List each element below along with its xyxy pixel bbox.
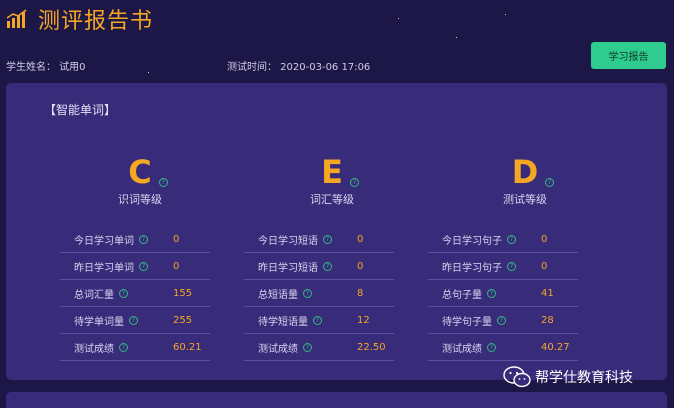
stat-value: 0 bbox=[173, 233, 180, 245]
sentence-stats: 今日学习句子? 0 昨日学习句子? 0 总句子量? 41 待学句子量? 28 测试成绩?… bbox=[428, 226, 578, 361]
help-icon[interactable]: ? bbox=[323, 261, 332, 271]
word-stats: 今日学习单词? 0 昨日学习单词? 0 总词汇量? 155 待学单词量? 255 测试成… bbox=[60, 226, 210, 361]
grade-letter: E? bbox=[321, 155, 359, 189]
stat-label: 今日学习短语 bbox=[258, 235, 318, 247]
stat-label: 测试成绩 bbox=[258, 343, 298, 355]
grade-label: 词汇等级 bbox=[310, 193, 354, 206]
stat-value: 0 bbox=[541, 233, 548, 245]
stat-label: 待学短语量 bbox=[258, 316, 308, 328]
study-report-button[interactable]: 学习报告 bbox=[591, 42, 666, 69]
stat-label: 昨日学习短语 bbox=[258, 262, 318, 274]
help-icon[interactable]: ? bbox=[158, 178, 168, 187]
stat-row: 昨日学习短语? 0 bbox=[244, 253, 394, 280]
next-panel bbox=[6, 392, 667, 408]
stat-value: 22.50 bbox=[357, 341, 386, 353]
help-icon[interactable]: ? bbox=[129, 315, 138, 325]
help-icon[interactable]: ? bbox=[303, 288, 312, 298]
page-title: 测评报告书 bbox=[38, 9, 154, 34]
stat-value: 8 bbox=[357, 287, 364, 299]
stat-label: 测试成绩 bbox=[442, 343, 482, 355]
stat-value: 40.27 bbox=[541, 341, 570, 353]
grade-label: 测试等级 bbox=[503, 193, 547, 206]
stat-label: 测试成绩 bbox=[74, 343, 114, 355]
stat-row: 总句子量? 41 bbox=[428, 280, 578, 307]
stat-row: 待学句子量? 28 bbox=[428, 307, 578, 334]
help-icon[interactable]: ? bbox=[487, 342, 496, 352]
stat-label: 昨日学习句子 bbox=[442, 262, 502, 274]
help-icon[interactable]: ? bbox=[545, 178, 555, 187]
stat-value: 0 bbox=[357, 233, 364, 245]
help-icon[interactable]: ? bbox=[313, 315, 322, 325]
grade-letter: D? bbox=[512, 155, 555, 189]
grade-recognition: C? 识词等级 bbox=[80, 155, 200, 207]
stat-label: 总词汇量 bbox=[74, 289, 114, 301]
stat-row: 测试成绩? 60.21 bbox=[60, 334, 210, 361]
stat-label: 待学单词量 bbox=[74, 316, 124, 328]
help-icon[interactable]: ? bbox=[119, 288, 128, 298]
student-name: 学生姓名： 试用0 bbox=[6, 62, 86, 73]
help-icon[interactable]: ? bbox=[507, 234, 516, 244]
help-icon[interactable]: ? bbox=[487, 288, 496, 298]
help-icon[interactable]: ? bbox=[349, 178, 359, 187]
page-header: 测评报告书 bbox=[6, 4, 153, 34]
stat-row: 今日学习句子? 0 bbox=[428, 226, 578, 253]
stat-row: 待学短语量? 12 bbox=[244, 307, 394, 334]
help-icon[interactable]: ? bbox=[119, 342, 128, 352]
stat-value: 155 bbox=[173, 287, 193, 299]
stat-label: 总短语量 bbox=[258, 289, 298, 301]
stat-value: 28 bbox=[541, 314, 554, 326]
stat-value: 60.21 bbox=[173, 341, 202, 353]
stat-label: 待学句子量 bbox=[442, 316, 492, 328]
stat-row: 待学单词量? 255 bbox=[60, 307, 210, 334]
stat-row: 总词汇量? 155 bbox=[60, 280, 210, 307]
stat-value: 0 bbox=[541, 260, 548, 272]
decor-dot bbox=[505, 14, 506, 15]
brand-watermark: 帮学仕教育科技 bbox=[503, 366, 633, 388]
stat-label: 今日学习单词 bbox=[74, 235, 134, 247]
wechat-icon bbox=[503, 366, 531, 388]
help-icon[interactable]: ? bbox=[139, 234, 148, 244]
stat-row: 今日学习短语? 0 bbox=[244, 226, 394, 253]
stat-label: 昨日学习单词 bbox=[74, 262, 134, 274]
stat-row: 今日学习单词? 0 bbox=[60, 226, 210, 253]
stat-row: 昨日学习单词? 0 bbox=[60, 253, 210, 280]
decor-dot bbox=[456, 37, 457, 38]
decor-dot bbox=[148, 72, 149, 73]
grade-test: D? 测试等级 bbox=[465, 155, 585, 207]
stat-label: 今日学习句子 bbox=[442, 235, 502, 247]
brand-text: 帮学仕教育科技 bbox=[535, 370, 633, 386]
stat-value: 41 bbox=[541, 287, 554, 299]
help-icon[interactable]: ? bbox=[139, 261, 148, 271]
stat-row: 昨日学习句子? 0 bbox=[428, 253, 578, 280]
grade-letter: C? bbox=[128, 155, 168, 189]
stat-row: 总短语量? 8 bbox=[244, 280, 394, 307]
decor-dot bbox=[398, 18, 399, 19]
grade-vocabulary: E? 词汇等级 bbox=[272, 155, 392, 207]
stat-value: 0 bbox=[173, 260, 180, 272]
test-time: 测试时间： 2020-03-06 17:06 bbox=[227, 62, 371, 73]
help-icon[interactable]: ? bbox=[497, 315, 506, 325]
section-title: 【智能单词】 bbox=[44, 103, 117, 117]
phrase-stats: 今日学习短语? 0 昨日学习短语? 0 总短语量? 8 待学短语量? 12 测试成绩? 2… bbox=[244, 226, 394, 361]
stat-row: 测试成绩? 22.50 bbox=[244, 334, 394, 361]
stat-value: 12 bbox=[357, 314, 370, 326]
stat-label: 总句子量 bbox=[442, 289, 482, 301]
stat-value: 0 bbox=[357, 260, 364, 272]
help-icon[interactable]: ? bbox=[303, 342, 312, 352]
stat-value: 255 bbox=[173, 314, 193, 326]
help-icon[interactable]: ? bbox=[507, 261, 516, 271]
help-icon[interactable]: ? bbox=[323, 234, 332, 244]
bar-chart-icon bbox=[6, 9, 27, 28]
grade-label: 识词等级 bbox=[118, 193, 162, 206]
stat-row: 测试成绩? 40.27 bbox=[428, 334, 578, 361]
